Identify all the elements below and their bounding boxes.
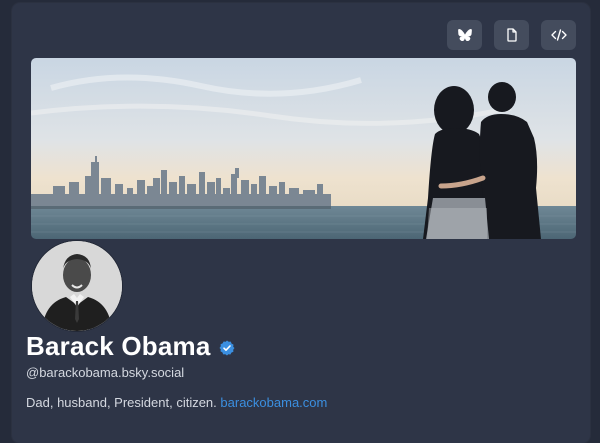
code-icon (550, 29, 567, 41)
verified-badge-icon (219, 340, 235, 355)
display-name: Barack Obama (26, 331, 211, 361)
handle: @barackobama.bsky.social (26, 365, 185, 380)
bluesky-button[interactable] (447, 20, 482, 50)
website-link[interactable]: barackobama.com (220, 395, 327, 410)
embed-code-button[interactable] (541, 20, 576, 50)
profile-card: Barack Obama @barackobama.bsky.social Da… (12, 3, 590, 443)
butterfly-icon (457, 29, 472, 41)
name-row: Barack Obama (26, 327, 235, 365)
document-icon (506, 28, 517, 42)
document-button[interactable] (494, 20, 529, 50)
avatar[interactable] (31, 240, 123, 332)
toolbar (447, 20, 576, 50)
bio: Dad, husband, President, citizen. barack… (26, 395, 327, 410)
bio-text: Dad, husband, President, citizen. (26, 395, 217, 410)
banner-image (31, 58, 576, 239)
